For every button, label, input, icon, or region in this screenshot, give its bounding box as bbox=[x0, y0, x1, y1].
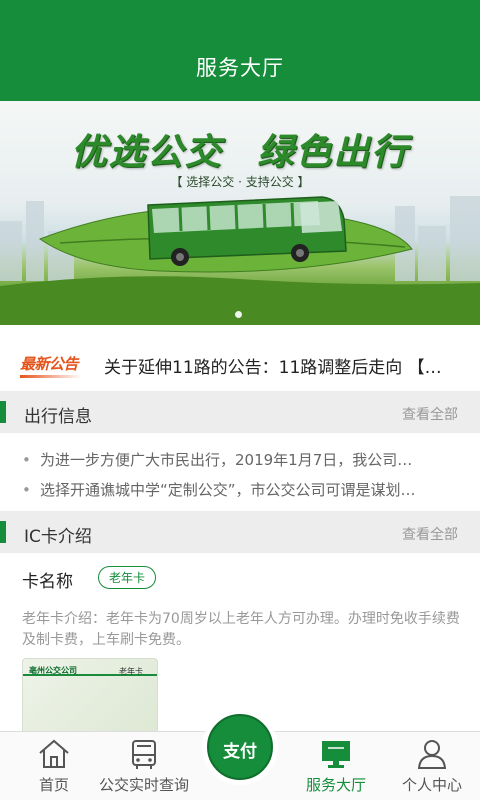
card-description: 老年卡介绍：老年卡为70周岁以上老年人方可办理。办理时免收手续费及制卡费，上车刷… bbox=[22, 611, 460, 648]
pay-label: 支付 bbox=[223, 742, 257, 762]
bullet-icon: • bbox=[22, 451, 31, 469]
notice-text[interactable]: 关于延伸11路的公告：11路调整后走向 【… bbox=[104, 353, 464, 378]
travel-info-title: 出行信息 bbox=[24, 407, 92, 427]
notice-bar[interactable]: 最新公告 关于延伸11路的公告：11路调整后走向 【… bbox=[0, 325, 480, 401]
travel-info-header: 出行信息 查看全部 bbox=[0, 391, 480, 433]
person-icon bbox=[417, 740, 447, 769]
card-name-label: 卡名称 bbox=[22, 572, 73, 592]
card-image-type: 老年卡 bbox=[119, 667, 143, 676]
tab-label: 公交实时查询 bbox=[98, 776, 189, 794]
slogan-right: 绿色出行 bbox=[257, 132, 410, 173]
tab-label: 首页 bbox=[38, 776, 69, 794]
card-image: 亳州公交公司 老年卡 bbox=[22, 658, 158, 731]
ic-card-title: IC卡介绍 bbox=[24, 527, 92, 547]
list-item[interactable]: • 选择开通谯城中学“定制公交”，市公交公司可谓是谋划… bbox=[22, 479, 462, 500]
tab-personal-center[interactable]: 个人中心 bbox=[384, 732, 480, 800]
slogan-left: 优选公交 bbox=[70, 132, 223, 173]
list-item[interactable]: • 为进一步方便广大市民出行，2019年1月7日，我公司… bbox=[22, 449, 462, 470]
tab-service-hall[interactable]: 服务大厅 bbox=[288, 732, 384, 800]
tab-label: 个人中心 bbox=[401, 776, 462, 794]
bus-icon bbox=[132, 740, 156, 769]
card-company-logo: 亳州公交公司 bbox=[29, 666, 77, 675]
tab-label: 服务大厅 bbox=[305, 776, 366, 794]
app-header: 服务大厅 bbox=[0, 0, 480, 101]
ic-card-header: IC卡介绍 查看全部 bbox=[0, 511, 480, 553]
pay-button-circle: 支付 bbox=[207, 714, 273, 780]
banner-subtitle: 【 选择公交 · 支持公交 】 bbox=[170, 175, 310, 189]
carousel-indicator-dot[interactable] bbox=[235, 311, 242, 318]
ic-card-panel: 卡名称 老年卡 老年卡介绍：老年卡为70周岁以上老年人方可办理。办理时免收手续费… bbox=[0, 553, 480, 731]
home-icon bbox=[39, 739, 69, 768]
travel-view-all-link[interactable]: 查看全部 bbox=[402, 404, 458, 424]
section-accent-bar bbox=[0, 401, 6, 423]
banner-carousel[interactable]: 优选公交 绿色出行 【 选择公交 · 支持公交 】 bbox=[0, 101, 480, 325]
travel-news-list: • 为进一步方便广大市民出行，2019年1月7日，我公司… • 选择开通谯城中学“定… bbox=[0, 433, 480, 511]
pay-button[interactable]: 支付 bbox=[202, 709, 278, 785]
card-type-tag[interactable]: 老年卡 bbox=[98, 566, 157, 589]
banner-slogan: 优选公交 绿色出行 bbox=[0, 123, 480, 175]
bullet-icon: • bbox=[22, 481, 31, 499]
tab-bus-realtime[interactable]: 公交实时查询 bbox=[96, 732, 192, 800]
news-text: 为进一步方便广大市民出行，2019年1月7日，我公司… bbox=[40, 451, 413, 469]
tab-home[interactable]: 首页 bbox=[6, 732, 102, 800]
news-text: 选择开通谯城中学“定制公交”，市公交公司可谓是谋划… bbox=[40, 481, 416, 499]
monitor-icon bbox=[322, 741, 350, 768]
page-title: 服务大厅 bbox=[196, 56, 284, 80]
section-accent-bar bbox=[0, 521, 6, 543]
ic-view-all-link[interactable]: 查看全部 bbox=[402, 524, 458, 544]
latest-notice-badge: 最新公告 bbox=[20, 355, 83, 378]
